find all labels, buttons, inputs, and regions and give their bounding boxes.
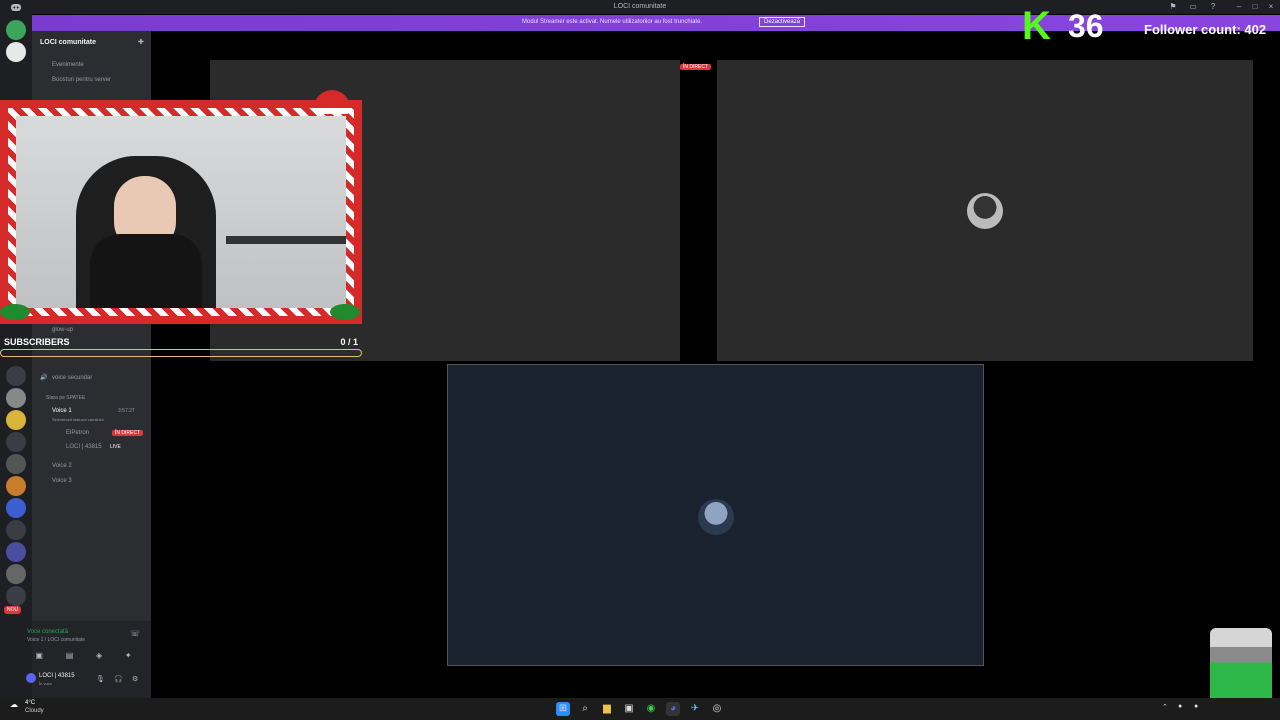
tray-icon[interactable]: ●	[1194, 703, 1198, 710]
voice-connected-panel: Voce conectată Voice 1 / LOCI comunitate…	[27, 621, 151, 649]
kick-logo-icon: K	[1022, 4, 1051, 48]
weather-temp[interactable]: 4°C	[25, 700, 35, 706]
channel-voice-3[interactable]: Voice 3	[52, 478, 72, 484]
voice-status-sub: Voice 1 / LOCI comunitate	[27, 637, 86, 643]
avatar[interactable]	[26, 673, 36, 683]
subscriber-goal: SUBSCRIBERS 0 / 1	[0, 336, 362, 360]
inbox-icon[interactable]: ⚑	[1168, 2, 1178, 12]
headphones-icon[interactable]: 🎧	[114, 675, 123, 683]
server-icon[interactable]	[6, 520, 26, 540]
file-explorer-icon[interactable]: ▆	[600, 702, 614, 716]
soundboard-icon[interactable]: ✦	[125, 651, 132, 660]
settings-icon[interactable]: ⚙	[132, 675, 138, 683]
user-name[interactable]: LOCI | 43815	[39, 673, 75, 679]
server-icon[interactable]	[6, 586, 26, 606]
steam-icon[interactable]: ✈	[688, 702, 702, 716]
holly-icon	[0, 304, 30, 320]
participant-tile[interactable]	[447, 364, 984, 666]
screen-share-icon[interactable]: ▤	[66, 651, 74, 660]
follower-count: Follower count: 402	[1144, 22, 1267, 37]
voice-user-1[interactable]: ElPetron	[66, 430, 89, 436]
server-icon[interactable]	[6, 388, 26, 408]
server-icon[interactable]	[6, 498, 26, 518]
browser-icon[interactable]: ◉	[644, 702, 658, 716]
channel-voice-2[interactable]: Voice 2	[52, 463, 72, 469]
discord-taskbar-icon[interactable]: ◕	[666, 702, 680, 716]
boosts-item[interactable]: Boosturi pentru server	[52, 77, 111, 83]
user-panel: ▣ ▤ ◈ ✦ LOCI | 43815 În voce 🎙 🎧 ⚙	[26, 649, 151, 698]
disconnect-icon[interactable]: ☏	[130, 629, 140, 638]
live-badge: LIVE	[110, 444, 121, 450]
voice-timer: 3:57:27	[118, 408, 135, 414]
disable-streamer-mode-button[interactable]: Dezactivează	[759, 17, 806, 27]
server-icon[interactable]	[6, 410, 26, 430]
participant-avatar	[698, 499, 734, 535]
minimize-button[interactable]: –	[1234, 2, 1244, 12]
server-icon[interactable]	[6, 20, 26, 40]
voice-channel-icon: 🔊	[40, 375, 48, 381]
participant-tile[interactable]	[717, 60, 1253, 361]
store-icon[interactable]: ▣	[622, 702, 636, 716]
weather-text: Cloudy	[25, 708, 44, 714]
taskbar: ☁ 4°C Cloudy ⊞ ⌕ ▆ ▣ ◉ ◕ ✈ ◎ ⌃ ● ●	[0, 698, 1280, 720]
obs-icon[interactable]: ◎	[710, 702, 724, 716]
voice-user-2[interactable]: LOCI | 43815	[66, 444, 102, 450]
maximize-button[interactable]: □	[1250, 2, 1260, 12]
live-badge: ÎN DIRECT	[112, 430, 143, 436]
kick-viewer-count: 36	[1068, 8, 1104, 44]
server-icon[interactable]	[6, 454, 26, 474]
tray-chevron-icon[interactable]: ⌃	[1162, 703, 1168, 711]
server-name[interactable]: LOCI comunitate	[40, 39, 96, 46]
webcam-feed	[16, 116, 346, 308]
tray-icon[interactable]: ●	[1178, 703, 1182, 710]
camera-icon[interactable]: ▣	[35, 651, 43, 660]
server-icon[interactable]	[6, 542, 26, 562]
banner-text: Modul Streamer este activat. Numele util…	[522, 19, 703, 25]
server-icon[interactable]	[6, 564, 26, 584]
category-label[interactable]: Stara pe SPATEE	[46, 395, 85, 401]
webcam-overlay	[0, 90, 362, 324]
holly-icon	[330, 304, 360, 320]
microphone-icon[interactable]: 🎙	[96, 675, 105, 683]
live-badge: ÎN DIRECT	[680, 64, 711, 70]
channel-status[interactable]: Selectează statusul canalului	[52, 417, 104, 422]
participant-avatar	[967, 193, 1003, 229]
user-status: În voce	[39, 681, 52, 686]
server-icon[interactable]	[6, 476, 26, 496]
events-item[interactable]: Evenimente	[52, 62, 84, 68]
voice-status-title[interactable]: Voce conectată	[27, 629, 68, 635]
subscriber-progress-bar	[0, 349, 362, 357]
server-icon[interactable]	[6, 366, 26, 386]
subscribers-label: SUBSCRIBERS	[4, 337, 70, 347]
add-member-icon[interactable]: ✚	[138, 38, 144, 46]
close-button[interactable]: ×	[1266, 2, 1276, 12]
new-badge: NOU	[4, 606, 22, 614]
activities-icon[interactable]: ◈	[96, 651, 102, 660]
channel-voice-secundar[interactable]: voice secundar	[52, 375, 92, 381]
monitor-icon[interactable]: ▭	[1188, 2, 1198, 12]
channel-voice-1[interactable]: Voice 1	[52, 408, 72, 414]
start-icon[interactable]: ⊞	[556, 702, 570, 716]
help-icon[interactable]: ?	[1208, 2, 1218, 12]
channel-glow[interactable]: glow-up	[52, 327, 73, 333]
weather-icon[interactable]: ☁	[10, 700, 18, 709]
server-icon[interactable]	[6, 42, 26, 62]
server-icon[interactable]	[6, 432, 26, 452]
search-icon[interactable]: ⌕	[578, 702, 592, 716]
subscribers-count: 0 / 1	[340, 337, 358, 347]
